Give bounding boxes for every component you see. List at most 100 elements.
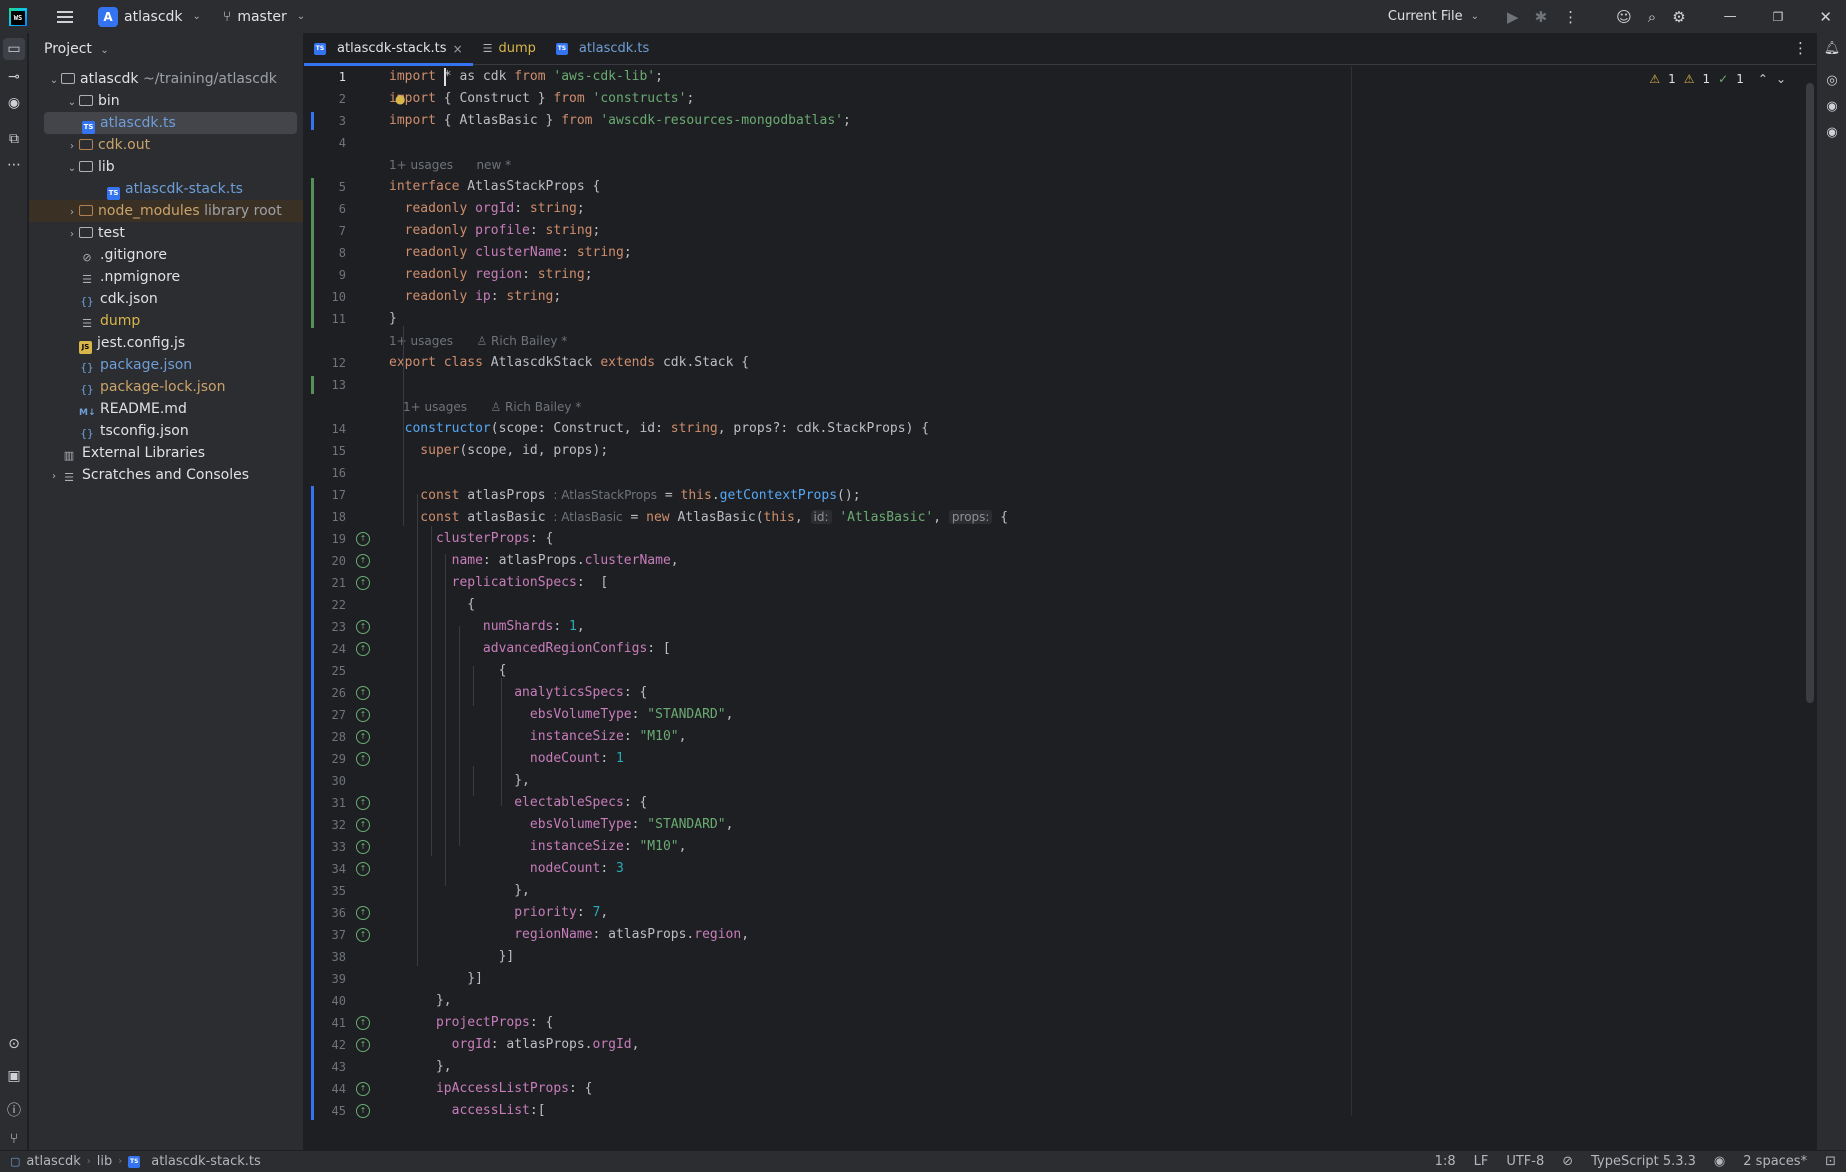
code-line[interactable]: ebsVolumeType: "STANDARD", (389, 704, 734, 726)
project-panel-header[interactable]: Project ⌄ (44, 41, 109, 57)
code-line[interactable]: readonly ip: string; (389, 286, 562, 308)
file-encoding[interactable]: UTF-8 (1506, 1154, 1544, 1169)
tab-list-menu-icon[interactable]: ⋮ (1793, 39, 1808, 57)
code-line[interactable]: name: atlasProps.clusterName, (389, 550, 679, 572)
ai-assistant-icon[interactable]: ◉ (0, 95, 28, 111)
tree-node-tsconfig-json[interactable]: {} tsconfig.json (37, 420, 299, 442)
tree-node-test[interactable]: › test (37, 222, 299, 244)
intention-bulb-icon[interactable]: ● (395, 92, 405, 106)
tab-atlascdk-ts[interactable]: TS atlascdk.ts (546, 33, 659, 65)
code-line[interactable]: constructor(scope: Construct, id: string… (389, 418, 929, 440)
code-vision-hint[interactable]: 1+ usages ♙ Rich Bailey * (389, 330, 567, 352)
implementation-marker-icon[interactable]: ↑ (356, 1038, 370, 1052)
tree-node-cdk-out[interactable]: › cdk.out (37, 134, 299, 156)
editor-scrollbar[interactable] (1806, 83, 1814, 703)
implementation-marker-icon[interactable]: ↑ (356, 906, 370, 920)
expand-arrow-icon[interactable]: ⌄ (47, 70, 61, 92)
code-vision-hint[interactable]: 1+ usages ♙ Rich Bailey * (403, 396, 581, 418)
tree-node-package-lock-json[interactable]: {} package-lock.json (37, 376, 299, 398)
implementation-marker-icon[interactable]: ↑ (356, 1082, 370, 1096)
ai-chat-icon[interactable]: ◎ (1817, 73, 1846, 88)
code-line[interactable]: export class AtlascdkStack extends cdk.S… (389, 352, 749, 374)
line-separator[interactable]: LF (1474, 1154, 1489, 1169)
tree-node-npmignore[interactable]: ☰ .npmignore (37, 266, 299, 288)
implementation-marker-icon[interactable]: ↑ (356, 576, 370, 590)
close-tab-icon[interactable]: × (453, 42, 463, 56)
tree-node-node-modules[interactable]: › node_modules library root (29, 200, 303, 222)
run-icon[interactable]: ▶ (1507, 8, 1519, 26)
collapse-arrow-icon[interactable]: › (65, 224, 79, 246)
copilot-icon[interactable]: ◉ (1817, 99, 1846, 114)
code-line[interactable]: readonly orgId: string; (389, 198, 585, 220)
usages-hint[interactable]: 1+ usages (389, 158, 453, 172)
services-icon[interactable]: ⊙ (0, 1036, 28, 1052)
implementation-marker-icon[interactable]: ↑ (356, 686, 370, 700)
code-line[interactable]: { (389, 594, 475, 616)
code-view[interactable]: 1+ usages new * 1+ usages ♙ Rich Bailey *… (389, 66, 1804, 1116)
code-line[interactable]: analyticsSpecs: { (389, 682, 647, 704)
tree-node-jest-config-js[interactable]: JS jest.config.js (37, 332, 299, 354)
vcs-change-marker[interactable] (311, 178, 314, 328)
implementation-marker-icon[interactable]: ↑ (356, 708, 370, 722)
problems-icon[interactable]: ⓘ (0, 1100, 28, 1120)
code-vision-hint[interactable]: 1+ usages new * (389, 154, 511, 176)
lock-icon[interactable]: ⊡ (1825, 1154, 1836, 1169)
breadcrumb-item[interactable]: lib (97, 1154, 112, 1169)
branch-switcher[interactable]: ⑂ master ⌄ (223, 9, 305, 25)
settings-gear-icon[interactable]: ⚙ (1672, 8, 1685, 26)
code-line[interactable]: readonly region: string; (389, 264, 593, 286)
tree-node-lib[interactable]: ⌄ lib (37, 156, 299, 178)
code-line[interactable]: nodeCount: 3 (389, 858, 624, 880)
notifications-bell-icon[interactable]: 🔔︎ (1817, 41, 1846, 56)
implementation-marker-icon[interactable]: ↑ (356, 532, 370, 546)
implementation-marker-icon[interactable]: ↑ (356, 730, 370, 744)
project-switcher[interactable]: A atlascdk ⌄ (98, 6, 201, 27)
tree-node-external-libraries[interactable]: ▥ External Libraries (37, 442, 299, 464)
code-line[interactable]: const atlasProps : AtlasStackProps = thi… (389, 484, 860, 506)
implementation-marker-icon[interactable]: ↑ (356, 642, 370, 656)
code-line[interactable]: projectProps: { (389, 1012, 553, 1034)
vcs-change-marker[interactable] (311, 376, 314, 394)
language-service[interactable]: TypeScript 5.3.3 (1591, 1154, 1696, 1169)
tree-node-readme-md[interactable]: M↓ README.md (37, 398, 299, 420)
code-line[interactable]: }, (389, 880, 530, 902)
more-tools-icon[interactable]: ⋯ (0, 157, 28, 173)
implementation-marker-icon[interactable]: ↑ (356, 1104, 370, 1118)
code-line[interactable]: }] (389, 968, 483, 990)
tab-dump[interactable]: ☰ dump (473, 33, 546, 65)
tab-atlascdk-stack-ts[interactable]: TS atlascdk-stack.ts × (304, 33, 473, 66)
implementation-marker-icon[interactable]: ↑ (356, 840, 370, 854)
code-line[interactable]: instanceSize: "M10", (389, 726, 687, 748)
implementation-marker-icon[interactable]: ↑ (356, 862, 370, 876)
search-icon[interactable]: ⌕ (1648, 8, 1656, 26)
author-hint[interactable]: Rich Bailey * (491, 334, 567, 348)
implementation-marker-icon[interactable]: ↑ (356, 796, 370, 810)
copilot-chat-icon[interactable]: ◉ (1817, 125, 1846, 140)
git-icon[interactable]: ⑂ (0, 1131, 28, 1147)
code-line[interactable]: { (389, 660, 507, 682)
code-line[interactable]: orgId: atlasProps.orgId, (389, 1034, 640, 1056)
collapse-arrow-icon[interactable]: › (65, 136, 79, 158)
code-line[interactable]: readonly clusterName: string; (389, 242, 632, 264)
code-line[interactable]: instanceSize: "M10", (389, 836, 687, 858)
code-line[interactable]: }, (389, 990, 452, 1012)
code-line[interactable]: nodeCount: 1 (389, 748, 624, 770)
code-line[interactable]: import { AtlasBasic } from 'awscdk-resou… (389, 110, 851, 132)
vcs-change-marker[interactable] (311, 112, 314, 130)
tree-node-dump[interactable]: ☰ dump (37, 310, 299, 332)
copilot-status-icon[interactable]: ◉ (1714, 1154, 1725, 1169)
author-hint[interactable]: Rich Bailey * (505, 400, 581, 414)
expand-arrow-icon[interactable]: ⌄ (65, 158, 79, 180)
minimize-icon[interactable]: — (1724, 9, 1737, 24)
run-config-selector[interactable]: Current File (1388, 9, 1463, 24)
tree-node-gitignore[interactable]: ⊘ .gitignore (37, 244, 299, 266)
commit-icon[interactable]: ⊸ (0, 69, 28, 85)
restore-icon[interactable]: ❐ (1773, 10, 1784, 24)
implementation-marker-icon[interactable]: ↑ (356, 1016, 370, 1030)
code-line[interactable]: super(scope, id, props); (389, 440, 608, 462)
code-line[interactable]: accessList:[ (389, 1100, 546, 1116)
indent-setting[interactable]: 2 spaces* (1743, 1154, 1807, 1169)
webstorm-logo-icon[interactable]: WS (9, 7, 27, 26)
code-line[interactable]: import { Construct } from 'constructs'; (389, 88, 694, 110)
tree-node-package-json[interactable]: {} package.json (37, 354, 299, 376)
